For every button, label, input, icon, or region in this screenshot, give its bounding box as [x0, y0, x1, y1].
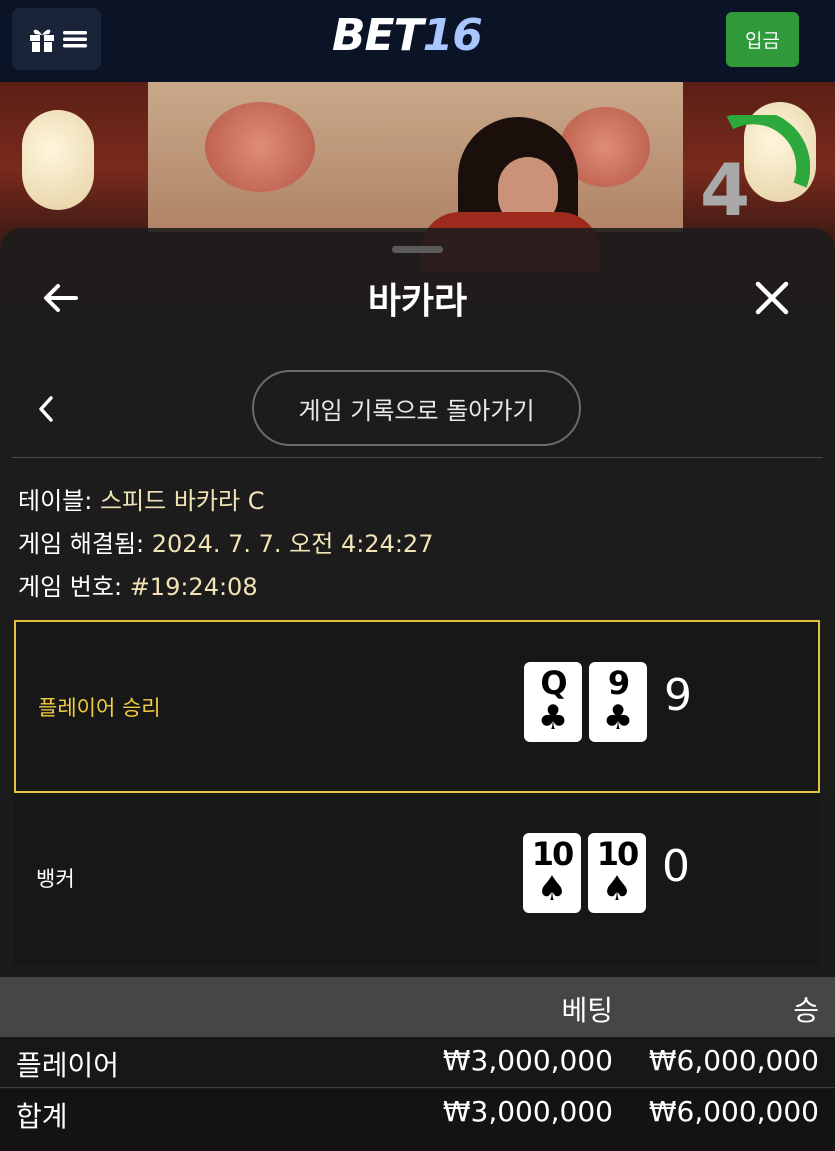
table-row: 플레이어 ₩3,000,000 ₩6,000,000 [0, 1038, 835, 1088]
win-amount: ₩6,000,000 [648, 1044, 819, 1077]
bet-amount: ₩3,000,000 [442, 1044, 613, 1077]
playing-card: Q ♣ [524, 662, 582, 742]
player-result: 플레이어 승리 Q ♣ 9 ♣ 9 [14, 620, 820, 793]
top-header: BET16 입금 [0, 0, 835, 82]
gift-icon [29, 29, 54, 52]
close-icon[interactable] [752, 278, 792, 318]
hamburger-icon [62, 31, 87, 48]
sheet-title: 바카라 [367, 281, 468, 322]
game-detail-sheet: 바카라 게임 기록으로 돌아가기 테이블: 스피드 바카라 C 게임 해결됨: … [0, 228, 835, 1151]
menu-button[interactable] [12, 8, 101, 70]
drag-handle[interactable] [392, 246, 443, 253]
player-score: 9 [664, 670, 692, 721]
game-number-info: 게임 번호: #19:24:08 [18, 573, 258, 601]
bet-table-header: 베팅 승 [0, 977, 835, 1037]
table-row: 합계 ₩3,000,000 ₩6,000,000 [0, 1089, 835, 1151]
banker-result-label: 뱅커 [36, 867, 75, 891]
deposit-button[interactable]: 입금 [726, 12, 799, 67]
banker-score: 0 [662, 841, 690, 892]
table-info: 테이블: 스피드 바카라 C [18, 487, 265, 515]
win-column-header: 승 [793, 994, 819, 1027]
total-bet-amount: ₩3,000,000 [442, 1095, 613, 1128]
playing-card: 10 ♠ [523, 833, 581, 913]
player-result-label: 플레이어 승리 [38, 696, 161, 720]
divider [12, 457, 823, 458]
playing-card: 9 ♣ [589, 662, 647, 742]
site-logo[interactable]: BET16 [332, 10, 483, 61]
back-to-history-button[interactable]: 게임 기록으로 돌아가기 [252, 370, 581, 446]
playing-card: 10 ♠ [588, 833, 646, 913]
bet-column-header: 베팅 [561, 994, 613, 1027]
total-win-amount: ₩6,000,000 [648, 1095, 819, 1128]
bet-name: 플레이어 [16, 1049, 120, 1082]
countdown-timer: 4 [700, 148, 751, 232]
chevron-left-icon[interactable] [34, 394, 58, 424]
total-name: 합계 [16, 1100, 68, 1133]
resolved-info: 게임 해결됨: 2024. 7. 7. 오전 4:24:27 [18, 530, 434, 558]
banker-result: 뱅커 10 ♠ 10 ♠ 0 [14, 793, 820, 966]
